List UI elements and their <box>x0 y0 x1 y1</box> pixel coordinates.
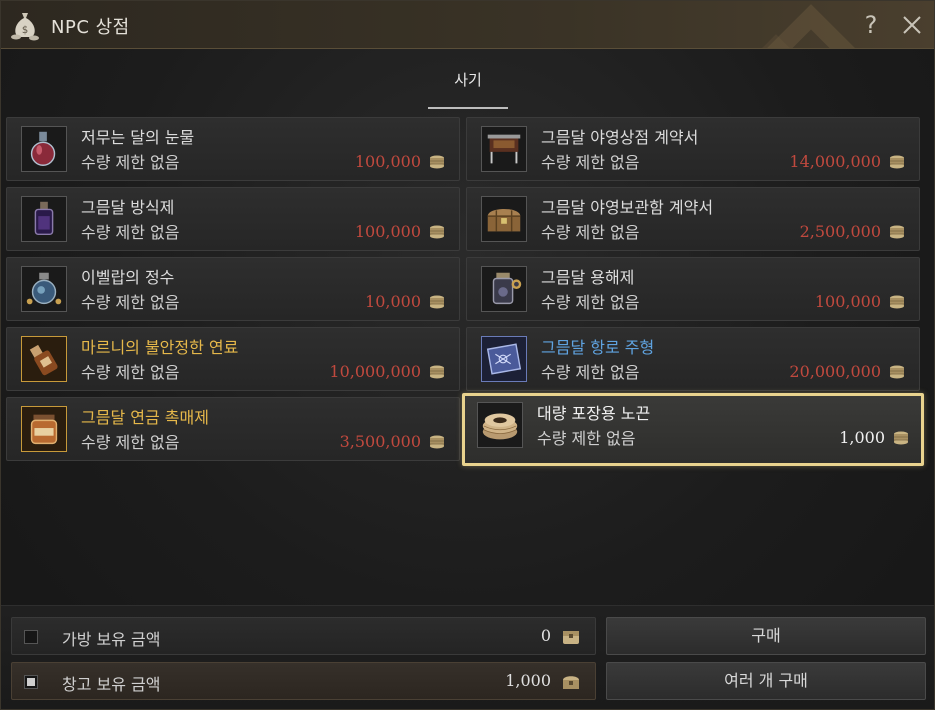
rope-coil-icon <box>477 402 523 448</box>
item-limit: 수량 제한 없음 <box>81 293 180 312</box>
warehouse-money-checkbox[interactable] <box>24 675 38 689</box>
item-limit: 수량 제한 없음 <box>541 223 640 242</box>
npc-shop-window: $ NPC 상점 ? 사기 저무는 달의 눈물 수량 제한 없음 100,000 <box>0 0 935 710</box>
item-name: 그믐달 방식제 <box>81 198 175 217</box>
item-price: 3,500,000 <box>339 432 421 451</box>
item-price: 10,000,000 <box>329 362 421 381</box>
warehouse-chest-icon <box>563 676 579 689</box>
help-button[interactable]: ? <box>858 10 884 40</box>
shop-item-selected[interactable]: 대량 포장용 노끈 수량 제한 없음 1,000 <box>462 393 924 466</box>
item-price: 10,000 <box>365 292 421 311</box>
money-bag-icon: $ <box>11 13 39 41</box>
inventory-money-checkbox[interactable] <box>24 630 38 644</box>
item-name: 대량 포장용 노끈 <box>537 404 651 423</box>
coin-stack-icon <box>430 295 444 309</box>
svg-text:$: $ <box>22 25 28 36</box>
footer-panel: 가방 보유 금액 0 창고 보유 금액 1,000 구매 여러 개 구매 <box>1 605 934 709</box>
item-name: 마르니의 불안정한 연료 <box>81 338 239 357</box>
buy-button[interactable]: 구매 <box>606 617 926 655</box>
tab-bar: 사기 <box>1 51 934 111</box>
close-icon[interactable] <box>900 13 924 37</box>
solvent-jar-icon <box>481 266 527 312</box>
item-price: 100,000 <box>354 222 421 241</box>
fuel-bottle-icon <box>21 336 67 382</box>
coin-stack-icon <box>890 295 904 309</box>
coin-stack-icon <box>430 155 444 169</box>
bottle-icon <box>21 196 67 242</box>
shop-item[interactable]: 이벨랍의 정수 수량 제한 없음 10,000 <box>6 257 460 321</box>
inventory-money-value: 0 <box>540 626 551 645</box>
shop-item[interactable]: 그믐달 용해제 수량 제한 없음 100,000 <box>466 257 920 321</box>
route-mold-icon <box>481 336 527 382</box>
bulk-buy-button[interactable]: 여러 개 구매 <box>606 662 926 700</box>
shop-item[interactable]: 그믐달 야영상점 계약서 수량 제한 없음 14,000,000 <box>466 117 920 181</box>
warehouse-money-label: 창고 보유 금액 <box>62 675 161 694</box>
shop-item[interactable]: 저무는 달의 눈물 수량 제한 없음 100,000 <box>6 117 460 181</box>
item-limit: 수량 제한 없음 <box>541 293 640 312</box>
warehouse-money-row[interactable]: 창고 보유 금액 1,000 <box>11 662 596 700</box>
item-name: 저무는 달의 눈물 <box>81 128 195 147</box>
camp-shop-icon <box>481 126 527 172</box>
bag-icon <box>563 631 579 644</box>
tab-buy[interactable]: 사기 <box>428 67 508 109</box>
title-bar[interactable]: $ NPC 상점 ? <box>1 1 934 49</box>
item-name: 그믐달 야영보관함 계약서 <box>541 198 714 217</box>
coin-stack-icon <box>894 431 908 445</box>
item-name: 그믐달 용해제 <box>541 268 635 287</box>
shop-item[interactable]: 마르니의 불안정한 연료 수량 제한 없음 10,000,000 <box>6 327 460 391</box>
item-limit: 수량 제한 없음 <box>541 363 640 382</box>
item-name: 이벨랍의 정수 <box>81 268 175 287</box>
item-name: 그믐달 연금 촉매제 <box>81 408 209 427</box>
shop-item[interactable]: 그믐달 야영보관함 계약서 수량 제한 없음 2,500,000 <box>466 187 920 251</box>
window-title: NPC 상점 <box>51 17 130 38</box>
shop-item[interactable]: 그믐달 항로 주형 수량 제한 없음 20,000,000 <box>466 327 920 391</box>
item-name: 그믐달 야영상점 계약서 <box>541 128 699 147</box>
catalyst-jar-icon <box>21 406 67 452</box>
potion-flask-icon <box>21 126 67 172</box>
item-price: 100,000 <box>354 152 421 171</box>
item-price: 20,000,000 <box>789 362 881 381</box>
coin-stack-icon <box>890 365 904 379</box>
item-price: 1,000 <box>839 428 885 447</box>
chest-icon <box>481 196 527 242</box>
item-price: 100,000 <box>814 292 881 311</box>
coin-stack-icon <box>890 155 904 169</box>
warehouse-money-value: 1,000 <box>505 671 551 690</box>
item-limit: 수량 제한 없음 <box>81 433 180 452</box>
inventory-money-label: 가방 보유 금액 <box>62 630 161 649</box>
item-limit: 수량 제한 없음 <box>81 363 180 382</box>
coin-stack-icon <box>430 435 444 449</box>
coin-stack-icon <box>890 225 904 239</box>
essence-jar-icon <box>21 266 67 312</box>
item-price: 14,000,000 <box>789 152 881 171</box>
coin-stack-icon <box>430 365 444 379</box>
item-limit: 수량 제한 없음 <box>81 223 180 242</box>
item-limit: 수량 제한 없음 <box>537 429 636 448</box>
item-limit: 수량 제한 없음 <box>541 153 640 172</box>
item-name: 그믐달 항로 주형 <box>541 338 655 357</box>
inventory-money-row[interactable]: 가방 보유 금액 0 <box>11 617 596 655</box>
coin-stack-icon <box>430 225 444 239</box>
item-limit: 수량 제한 없음 <box>81 153 180 172</box>
item-price: 2,500,000 <box>799 222 881 241</box>
shop-item[interactable]: 그믐달 연금 촉매제 수량 제한 없음 3,500,000 <box>6 397 460 461</box>
shop-item[interactable]: 그믐달 방식제 수량 제한 없음 100,000 <box>6 187 460 251</box>
